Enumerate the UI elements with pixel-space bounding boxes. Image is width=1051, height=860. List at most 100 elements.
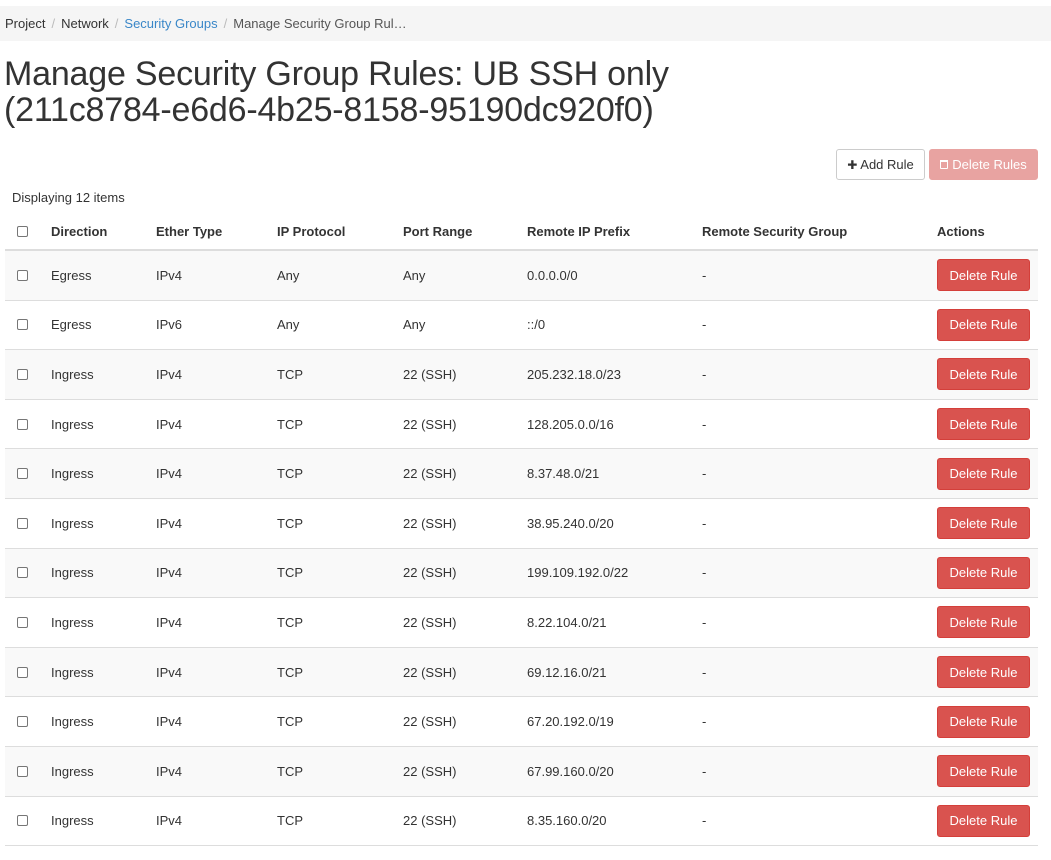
column-header-ether-type[interactable]: Ether Type bbox=[156, 224, 277, 239]
row-checkbox[interactable] bbox=[17, 716, 28, 728]
ether-type-cell: IPv4 bbox=[156, 416, 183, 432]
actions-cell: Delete Rule bbox=[937, 556, 1038, 589]
row-checkbox[interactable] bbox=[17, 765, 28, 777]
actions-cell: Delete Rule bbox=[937, 755, 1038, 788]
ip-protocol-cell: TCP bbox=[277, 614, 303, 630]
breadcrumb-project[interactable]: Project bbox=[5, 16, 45, 31]
row-checkbox[interactable] bbox=[17, 468, 28, 480]
row-checkbox[interactable] bbox=[17, 666, 28, 678]
ether-type-cell: IPv4 bbox=[156, 267, 183, 283]
remote-security-group-cell: - bbox=[702, 614, 707, 630]
remote-ip-prefix-cell: ::/0 bbox=[527, 317, 546, 333]
port-range-cell: 22 (SSH) bbox=[403, 416, 457, 432]
remote-ip-prefix-cell: 128.205.0.0/16 bbox=[527, 416, 614, 432]
delete-rule-button[interactable]: Delete Rule bbox=[937, 358, 1030, 391]
row-select-cell bbox=[5, 716, 51, 728]
port-range-cell: 22 (SSH) bbox=[403, 466, 457, 482]
breadcrumb-separator: / bbox=[51, 16, 56, 31]
add-rule-button[interactable]: ✚ Add Rule bbox=[836, 149, 925, 180]
direction-cell: Ingress bbox=[51, 366, 94, 382]
actions-cell: Delete Rule bbox=[937, 507, 1038, 540]
page-title: Manage Security Group Rules: UB SSH only… bbox=[4, 56, 1044, 128]
actions-cell: Delete Rule bbox=[937, 259, 1038, 292]
remote-security-group-cell: - bbox=[702, 714, 707, 730]
column-header-port-range[interactable]: Port Range bbox=[403, 224, 527, 239]
ip-protocol-cell: TCP bbox=[277, 763, 303, 779]
direction-cell: Ingress bbox=[51, 466, 94, 482]
row-checkbox[interactable] bbox=[17, 418, 28, 430]
page-title-line1: Manage Security Group Rules: UB SSH only bbox=[4, 55, 669, 93]
column-header-remote-security-group[interactable]: Remote Security Group bbox=[702, 224, 937, 239]
port-range-cell: 22 (SSH) bbox=[403, 614, 457, 630]
actions-cell: Delete Rule bbox=[937, 408, 1038, 441]
breadcrumb-network[interactable]: Network bbox=[61, 16, 109, 31]
table-row: Ingress IPv4 TCP 22 (SSH) 69.12.16.0/21 - Dele… bbox=[5, 647, 1038, 698]
remote-ip-prefix-cell: 69.12.16.0/21 bbox=[527, 664, 607, 680]
remote-security-group-cell: - bbox=[702, 565, 707, 581]
row-select-cell bbox=[5, 567, 51, 579]
table-row: Ingress IPv4 TCP 22 (SSH) 128.205.0.0/16 - Del… bbox=[5, 399, 1038, 450]
direction-cell: Ingress bbox=[51, 714, 94, 730]
actions-cell: Delete Rule bbox=[937, 804, 1038, 837]
row-checkbox[interactable] bbox=[17, 269, 28, 281]
delete-rules-label: Delete Rules bbox=[952, 157, 1027, 172]
actions-cell: Delete Rule bbox=[937, 705, 1038, 738]
port-range-cell: 22 (SSH) bbox=[403, 763, 457, 779]
remote-security-group-cell: - bbox=[702, 366, 707, 382]
remote-ip-prefix-cell: 0.0.0.0/0 bbox=[527, 267, 578, 283]
direction-cell: Ingress bbox=[51, 416, 94, 432]
remote-ip-prefix-cell: 67.99.160.0/20 bbox=[527, 763, 614, 779]
row-select-cell bbox=[5, 468, 51, 480]
breadcrumb: Project / Network / Security Groups / Ma… bbox=[0, 6, 1051, 41]
delete-rule-button[interactable]: Delete Rule bbox=[937, 507, 1030, 540]
breadcrumb-separator: / bbox=[114, 16, 119, 31]
ether-type-cell: IPv4 bbox=[156, 565, 183, 581]
table-row: Ingress IPv4 TCP 22 (SSH) 38.95.240.0/20 - Del… bbox=[5, 498, 1038, 549]
row-checkbox[interactable] bbox=[17, 517, 28, 529]
delete-rule-button[interactable]: Delete Rule bbox=[937, 259, 1030, 292]
table-row: Ingress IPv4 TCP 22 (SSH) 199.109.192.0/22 - D… bbox=[5, 548, 1038, 599]
row-select-cell bbox=[5, 666, 51, 678]
row-checkbox[interactable] bbox=[17, 616, 28, 628]
table-row: Ingress IPv4 TCP 22 (SSH) 67.20.192.0/19 - Del… bbox=[5, 697, 1038, 747]
row-checkbox[interactable] bbox=[17, 319, 28, 331]
delete-rule-button[interactable]: Delete Rule bbox=[937, 606, 1030, 639]
delete-rule-button[interactable]: Delete Rule bbox=[937, 308, 1030, 341]
column-header-ip-protocol[interactable]: IP Protocol bbox=[277, 224, 403, 239]
delete-rule-button[interactable]: Delete Rule bbox=[937, 656, 1030, 689]
remote-security-group-cell: - bbox=[702, 317, 707, 333]
ip-protocol-cell: TCP bbox=[277, 416, 303, 432]
ip-protocol-cell: Any bbox=[277, 267, 300, 283]
trash-icon bbox=[940, 160, 949, 169]
remote-security-group-cell: - bbox=[702, 813, 707, 829]
direction-cell: Ingress bbox=[51, 515, 94, 531]
column-header-direction[interactable]: Direction bbox=[51, 224, 156, 239]
remote-ip-prefix-cell: 38.95.240.0/20 bbox=[527, 515, 614, 531]
remote-security-group-cell: - bbox=[702, 267, 707, 283]
table-row: Egress IPv6 Any Any::/0 - Delete Rule bbox=[5, 300, 1038, 351]
delete-rule-button[interactable]: Delete Rule bbox=[937, 804, 1030, 837]
remote-ip-prefix-cell: 205.232.18.0/23 bbox=[527, 366, 621, 382]
delete-rule-button[interactable]: Delete Rule bbox=[937, 556, 1030, 589]
actions-cell: Delete Rule bbox=[937, 656, 1038, 689]
ether-type-cell: IPv4 bbox=[156, 515, 183, 531]
delete-rule-button[interactable]: Delete Rule bbox=[937, 408, 1030, 441]
breadcrumb-security-groups[interactable]: Security Groups bbox=[124, 16, 217, 31]
row-checkbox[interactable] bbox=[17, 368, 28, 380]
row-checkbox[interactable] bbox=[17, 815, 28, 827]
row-select-cell bbox=[5, 765, 51, 777]
ether-type-cell: IPv4 bbox=[156, 466, 183, 482]
row-checkbox[interactable] bbox=[17, 567, 28, 579]
column-header-remote-ip-prefix[interactable]: Remote IP Prefix bbox=[527, 224, 702, 239]
ip-protocol-cell: TCP bbox=[277, 466, 303, 482]
delete-rule-button[interactable]: Delete Rule bbox=[937, 457, 1030, 490]
ip-protocol-cell: TCP bbox=[277, 664, 303, 680]
delete-rule-button[interactable]: Delete Rule bbox=[937, 755, 1030, 788]
add-rule-label: Add Rule bbox=[860, 157, 914, 172]
ip-protocol-cell: TCP bbox=[277, 515, 303, 531]
port-range-cell: Any bbox=[403, 267, 426, 283]
select-all-checkbox[interactable] bbox=[17, 226, 28, 237]
delete-rules-button[interactable]: Delete Rules bbox=[929, 149, 1038, 180]
ether-type-cell: IPv4 bbox=[156, 614, 183, 630]
delete-rule-button[interactable]: Delete Rule bbox=[937, 705, 1030, 738]
